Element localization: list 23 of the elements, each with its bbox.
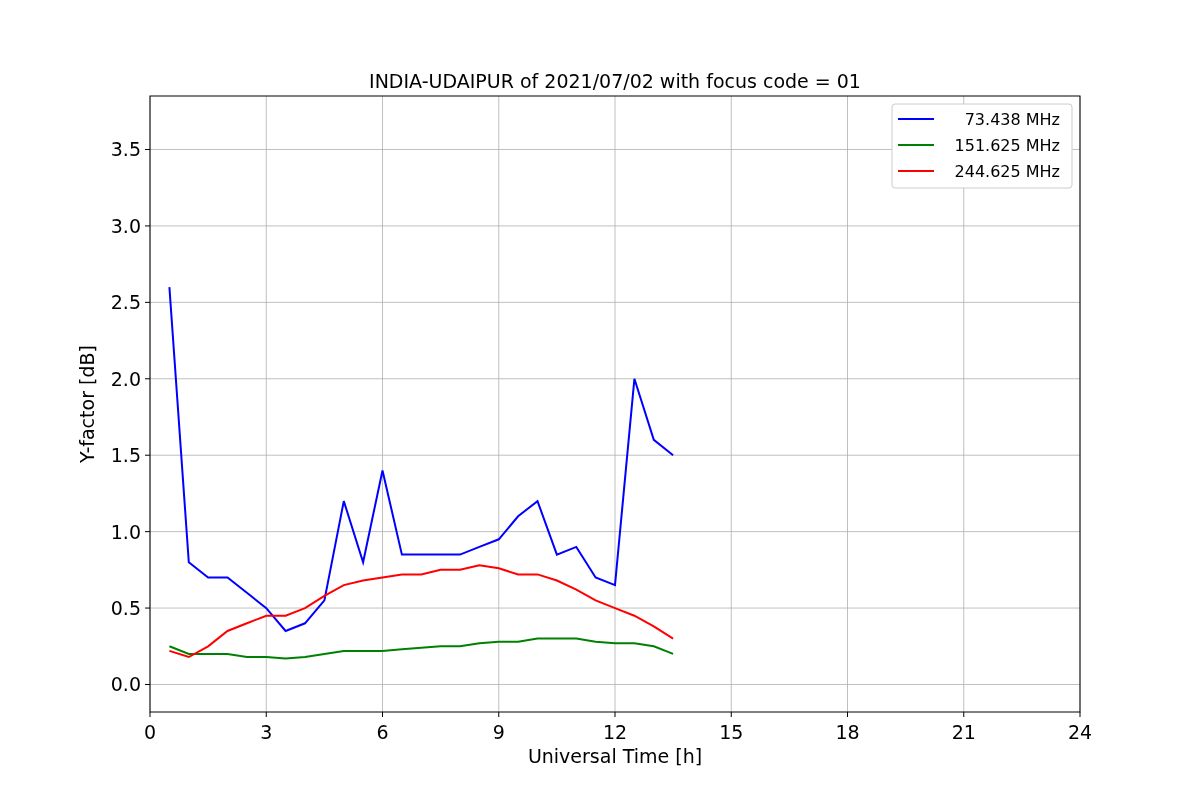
legend-label: 151.625 MHz xyxy=(954,136,1060,155)
tick-label: 0.0 xyxy=(110,673,141,696)
tick-label: 2.0 xyxy=(110,367,141,390)
tick-label: 12 xyxy=(602,721,628,743)
x-axis-label: Universal Time [h] xyxy=(527,745,703,767)
tick-label: 9 xyxy=(492,721,505,743)
tick-label: 1.5 xyxy=(110,444,141,467)
legend-label: 73.438 MHz xyxy=(964,110,1060,129)
tick-label: 21 xyxy=(951,721,976,743)
tick-label: 0.5 xyxy=(110,597,141,620)
tick-label: 0 xyxy=(143,721,157,743)
tick-label: 18 xyxy=(835,721,860,743)
tick-label: 6 xyxy=(376,721,389,743)
y-axis-label: Y-factor [dB] xyxy=(76,345,98,463)
tick-label: 3.5 xyxy=(110,138,141,161)
legend-label: 244.625 MHz xyxy=(954,162,1060,181)
tick-label: 2.5 xyxy=(110,291,141,314)
tick-label: 3.0 xyxy=(110,214,141,237)
tick-label: 24 xyxy=(1067,721,1093,743)
tick-label: 3 xyxy=(260,721,273,743)
tick-label: 15 xyxy=(719,721,744,743)
chart-title: INDIA-UDAIPUR of 2021/07/02 with focus code = 01 xyxy=(369,70,861,92)
tick-label: 1.0 xyxy=(110,520,141,543)
